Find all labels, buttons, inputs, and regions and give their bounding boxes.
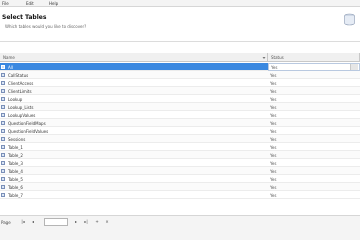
table-icon xyxy=(1,177,5,181)
table-row[interactable]: ClientLimits Yes xyxy=(0,87,360,95)
row-status[interactable]: Yes xyxy=(270,73,276,78)
table-row[interactable]: Lookup_Lists Yes xyxy=(0,103,360,111)
row-status[interactable]: Yes xyxy=(270,129,276,134)
table-icon xyxy=(1,121,5,125)
row-status[interactable]: Yes xyxy=(270,105,276,110)
table-row[interactable]: Table_6 Yes xyxy=(0,183,360,191)
column-header-name[interactable]: Name xyxy=(0,53,268,62)
table-row[interactable]: Lookup Yes xyxy=(0,95,360,103)
table-icon xyxy=(1,65,5,69)
tables-grid[interactable]: Name Status All Yes CallStatus Yes ClientAcc… xyxy=(0,53,360,215)
table-icon xyxy=(1,97,5,101)
first-page-icon[interactable]: |◂ xyxy=(20,219,26,225)
table-row[interactable]: Table_5 Yes xyxy=(0,175,360,183)
row-status[interactable]: Yes xyxy=(270,89,276,94)
row-name: ClientLimits xyxy=(8,88,32,94)
table-icon xyxy=(1,145,5,149)
row-name: Lookup_Lists xyxy=(8,104,34,110)
last-page-icon[interactable]: ▸| xyxy=(83,219,89,225)
column-header-status[interactable]: Status xyxy=(268,53,360,62)
table-icon xyxy=(1,129,5,133)
wizard-header: Select Tables Which tables would you lik… xyxy=(0,8,360,42)
table-row[interactable]: LookupValues Yes xyxy=(0,111,360,119)
sort-arrow-icon[interactable] xyxy=(262,56,266,60)
row-status[interactable]: Yes xyxy=(270,169,276,174)
row-name: LookupValues xyxy=(8,112,36,118)
page-number-input[interactable] xyxy=(44,218,68,226)
row-name: QuestionFieldMaps xyxy=(8,120,46,126)
table-row[interactable]: All Yes xyxy=(0,63,360,71)
row-status[interactable]: Yes xyxy=(270,161,276,166)
row-status[interactable]: Yes xyxy=(270,113,276,118)
table-row[interactable]: Table_3 Yes xyxy=(0,159,360,167)
row-status[interactable]: Yes xyxy=(270,153,276,158)
row-name: Table_3 xyxy=(8,160,23,166)
row-name: Table_2 xyxy=(8,152,23,158)
table-icon xyxy=(1,73,5,77)
table-row[interactable]: QuestionFieldValues Yes xyxy=(0,127,360,135)
table-row[interactable]: Table_1 Yes xyxy=(0,143,360,151)
add-row-icon[interactable]: + xyxy=(94,219,100,225)
row-name: ClientAccess xyxy=(8,80,34,86)
table-row[interactable]: Table_4 Yes xyxy=(0,167,360,175)
table-icon xyxy=(1,169,5,173)
footer-toolbar: Page |◂ ◂ ▸ ▸| + × xyxy=(0,215,360,240)
menu-help[interactable]: Help xyxy=(49,1,58,6)
table-row[interactable]: ClientAccess Yes xyxy=(0,79,360,87)
table-icon xyxy=(1,193,5,197)
page-title: Select Tables xyxy=(2,14,47,21)
row-name: QuestionFieldValues xyxy=(8,128,49,134)
database-icon xyxy=(344,13,355,26)
table-icon xyxy=(1,89,5,93)
row-name: Sessions xyxy=(8,136,26,142)
next-page-icon[interactable]: ▸ xyxy=(73,219,79,225)
row-name: Table_7 xyxy=(8,192,23,198)
column-header-status-label: Status xyxy=(271,55,284,60)
table-row[interactable]: Table_7 Yes xyxy=(0,191,360,199)
table-icon xyxy=(1,81,5,85)
table-icon xyxy=(1,185,5,189)
menu-bar: File Edit Help xyxy=(0,0,360,7)
table-icon xyxy=(1,153,5,157)
table-icon xyxy=(1,113,5,117)
table-row[interactable]: Table_2 Yes xyxy=(0,151,360,159)
delete-row-icon[interactable]: × xyxy=(104,219,110,225)
page-label: Page xyxy=(1,220,11,225)
menu-edit[interactable]: Edit xyxy=(26,1,34,6)
row-name: All xyxy=(8,64,13,70)
menu-file[interactable]: File xyxy=(2,1,9,6)
page-subtitle: Which tables would you like to discover? xyxy=(5,24,87,29)
row-status[interactable]: Yes xyxy=(270,177,276,182)
row-status[interactable]: Yes xyxy=(270,145,276,150)
table-icon xyxy=(1,161,5,165)
row-status[interactable]: Yes xyxy=(270,185,276,190)
row-name: CallStatus xyxy=(8,72,29,78)
table-row[interactable]: QuestionFieldMaps Yes xyxy=(0,119,360,127)
row-name: Table_6 xyxy=(8,184,23,190)
row-status[interactable]: Yes xyxy=(270,97,276,102)
table-icon xyxy=(1,137,5,141)
chevron-down-icon[interactable] xyxy=(350,64,358,70)
row-status[interactable]: Yes xyxy=(270,121,276,126)
table-row[interactable]: CallStatus Yes xyxy=(0,71,360,79)
row-name: Lookup xyxy=(8,96,23,102)
status-dropdown[interactable]: Yes xyxy=(268,63,360,71)
row-status: Yes xyxy=(271,65,278,70)
row-name: Table_4 xyxy=(8,168,23,174)
row-status[interactable]: Yes xyxy=(270,81,276,86)
table-icon xyxy=(1,105,5,109)
row-status[interactable]: Yes xyxy=(270,137,276,142)
table-row[interactable]: Sessions Yes xyxy=(0,135,360,143)
column-header-name-label: Name xyxy=(3,55,15,60)
row-status[interactable]: Yes xyxy=(270,193,276,198)
row-name: Table_5 xyxy=(8,176,23,182)
prev-page-icon[interactable]: ◂ xyxy=(30,219,36,225)
row-name: Table_1 xyxy=(8,144,23,150)
